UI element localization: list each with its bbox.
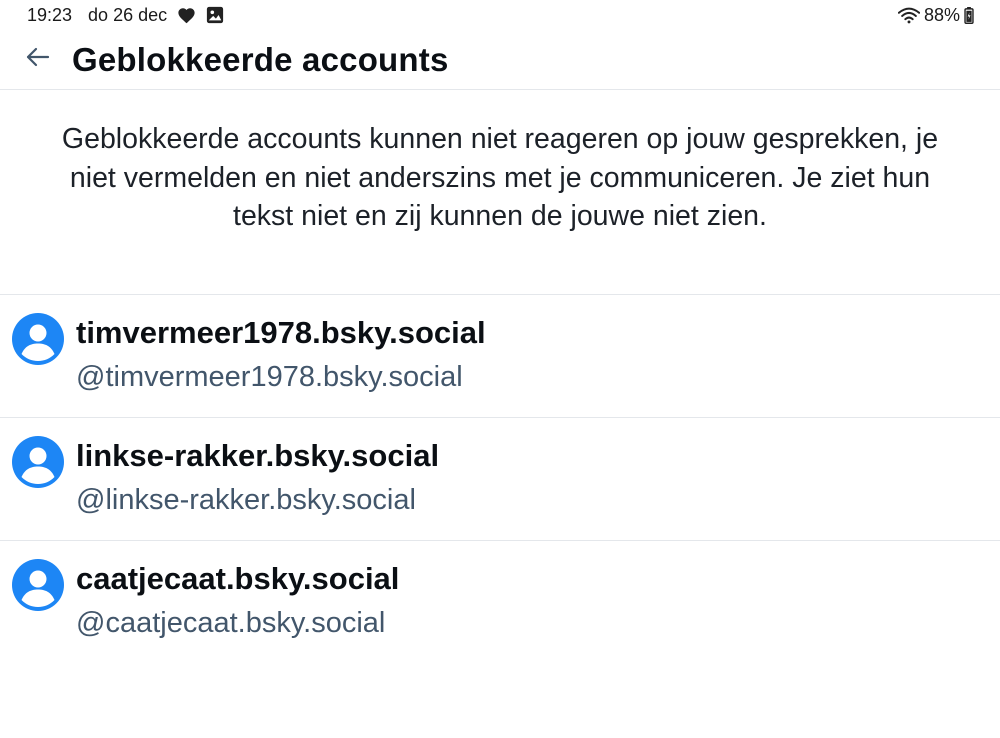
page-title: Geblokkeerde accounts: [72, 40, 449, 78]
blocked-accounts-list: timvermeer1978.bsky.social @timvermeer19…: [0, 295, 1000, 664]
account-row-caatjecaat[interactable]: caatjecaat.bsky.social @caatjecaat.bsky.…: [0, 541, 1000, 664]
heart-icon: [177, 7, 196, 24]
status-bar-left: 19:23 do 26 dec: [27, 5, 224, 26]
account-row-linkse-rakker[interactable]: linkse-rakker.bsky.social @linkse-rakker…: [0, 418, 1000, 541]
account-display-name: timvermeer1978.bsky.social: [76, 315, 486, 350]
back-button[interactable]: [18, 40, 58, 80]
status-date: do 26 dec: [88, 4, 168, 25]
avatar-default-icon: [12, 313, 64, 365]
account-display-name: caatjecaat.bsky.social: [76, 561, 400, 596]
battery-percentage: 88%: [923, 4, 960, 25]
account-handle: @caatjecaat.bsky.social: [76, 607, 386, 639]
blocked-accounts-description: Geblokkeerde accounts kunnen niet reager…: [0, 90, 1000, 295]
status-time: 19:23: [27, 4, 73, 25]
image-icon: [206, 6, 224, 24]
avatar-default-icon: [12, 559, 64, 611]
account-display-name: linkse-rakker.bsky.social: [76, 438, 440, 473]
battery-icon: [964, 6, 974, 24]
avatar-default-icon: [12, 436, 64, 488]
account-handle: @timvermeer1978.bsky.social: [76, 361, 463, 393]
status-bar: 19:23 do 26 dec 88%: [0, 0, 1000, 30]
arrow-left-icon: [25, 46, 51, 73]
account-row-timvermeer1978[interactable]: timvermeer1978.bsky.social @timvermeer19…: [0, 295, 1000, 418]
status-bar-right: 88%: [897, 4, 974, 26]
wifi-icon: [897, 7, 920, 24]
page-header: Geblokkeerde accounts: [0, 30, 1000, 90]
account-handle: @linkse-rakker.bsky.social: [76, 484, 416, 516]
